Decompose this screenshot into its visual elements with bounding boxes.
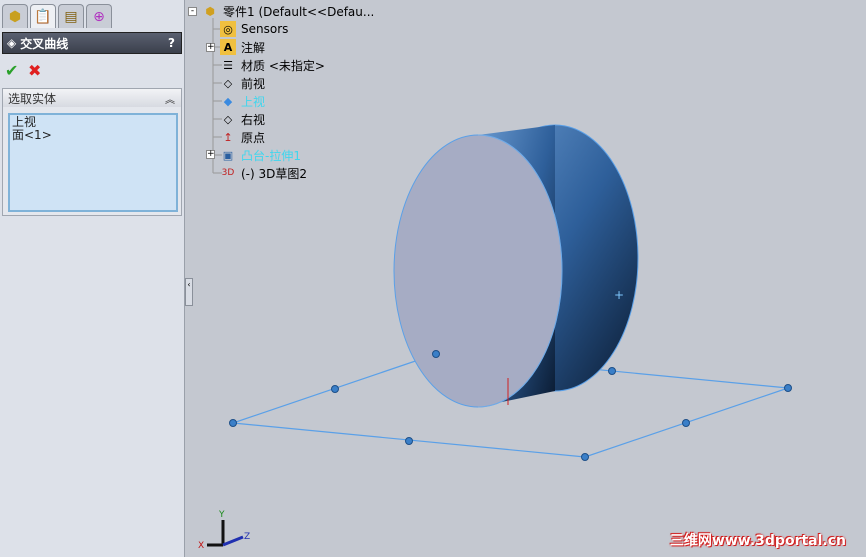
expand-toggle[interactable]: + [206, 150, 215, 159]
tree-item-origin[interactable]: ↥ 原点 [220, 128, 265, 146]
intersection-curve-icon: ◈ [7, 36, 17, 50]
property-icon: 📋 [34, 8, 52, 25]
cancel-button[interactable]: ✖ [28, 61, 41, 80]
annotations-icon: A [220, 39, 236, 55]
triad-y: Y [218, 510, 225, 520]
extrude-icon: ▣ [222, 148, 234, 162]
group-title: 选取实体 [8, 91, 57, 106]
3dsketch-icon: 3D [221, 168, 235, 178]
tree-item-3dsketch[interactable]: 3D (-) 3D草图2 [220, 164, 307, 182]
help-button[interactable]: ? [168, 36, 175, 50]
feature-title-bar: ◈ 交叉曲线 ? [2, 32, 182, 54]
selection-group: 选取实体 ︽ 上视 面<1> [2, 88, 182, 216]
svg-text:+: + [614, 288, 624, 302]
watermark: 三维网www.3dportal.cn [669, 533, 846, 549]
collapse-chevron-icon[interactable]: ︽ [165, 91, 175, 106]
sensors-icon: ◎ [220, 21, 236, 37]
extruded-disk[interactable]: + [393, 124, 639, 408]
origin-icon: ↥ [223, 130, 233, 144]
property-manager-tab[interactable]: 📋 [30, 4, 56, 28]
configuration-manager-tab[interactable]: ▤ [58, 4, 84, 28]
tree-item-right-plane[interactable]: ◇ 右视 [220, 110, 265, 128]
tree-item-material[interactable]: ☰ 材质 <未指定> [220, 56, 325, 74]
configuration-icon: ▤ [64, 8, 78, 25]
selection-list[interactable]: 上视 面<1> [8, 113, 178, 212]
panel-collapse-handle[interactable]: ‹ [185, 278, 193, 306]
crosshair-icon: ⊕ [93, 8, 105, 25]
plane-icon: ◇ [223, 112, 233, 126]
tree-item-front-plane[interactable]: ◇ 前视 [220, 74, 265, 92]
dimxpert-tab[interactable]: ⊕ [86, 4, 112, 28]
material-icon: ☰ [223, 58, 233, 72]
ok-button[interactable]: ✔ [5, 61, 18, 80]
tree-item-annotations[interactable]: A 注解 [220, 38, 265, 56]
plane-icon: ◆ [223, 94, 233, 108]
tree-item-sensors[interactable]: ◎ Sensors [220, 20, 288, 38]
part-icon: ⬢ [205, 4, 215, 18]
expand-toggle[interactable]: + [206, 43, 215, 52]
collapse-toggle[interactable]: - [188, 7, 197, 16]
list-item[interactable]: 面<1> [12, 129, 174, 142]
tree-item-top-plane[interactable]: ◆ 上视 [220, 92, 265, 110]
feature-title: 交叉曲线 [20, 36, 69, 51]
part-icon: ⬢ [8, 8, 22, 25]
triad-x: X [198, 541, 204, 551]
property-manager: ⬢ 📋 ▤ ⊕ ◈ 交叉曲线 ? ✔ ✖ 选取实体 ︽ 上视 面<1> [0, 0, 185, 557]
view-triad: Y X Z [198, 510, 250, 551]
tree-item-boss-extrude[interactable]: ▣ 凸台-拉伸1 [220, 146, 301, 164]
plane-icon: ◇ [223, 76, 233, 90]
triad-z: Z [244, 532, 250, 542]
feature-manager-tab[interactable]: ⬢ [2, 4, 28, 28]
tree-item-part[interactable]: ⬢ 零件1 (Default<<Defau... [202, 2, 374, 20]
